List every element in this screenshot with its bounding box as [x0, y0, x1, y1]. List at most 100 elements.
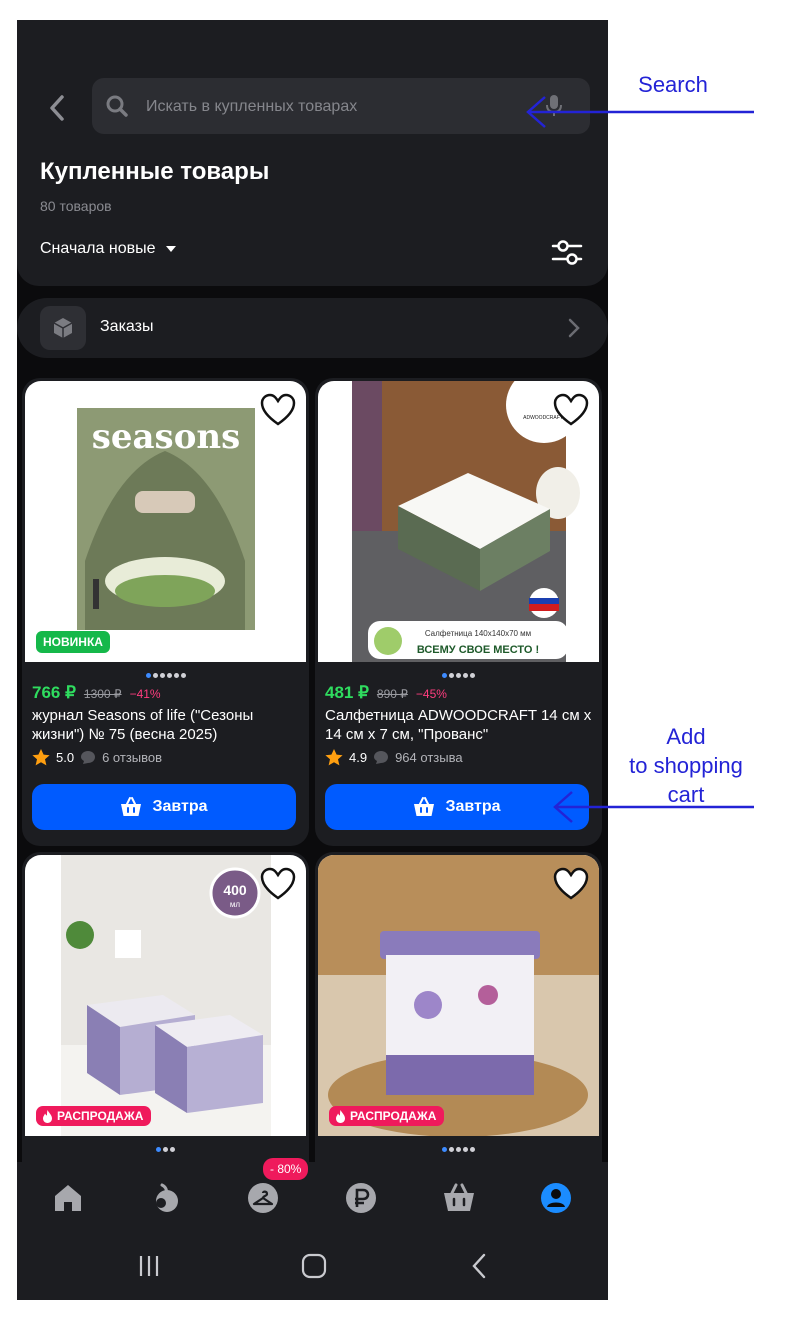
- header: Купленные товары 80 товаров Сначала новы…: [17, 20, 608, 286]
- reviews-count: 6 отзывов: [102, 750, 163, 765]
- fire-icon: [336, 1109, 345, 1123]
- cart-annotation-line: to shopping: [629, 753, 743, 778]
- recent-apps-icon[interactable]: [135, 1252, 163, 1280]
- pager-dot: [456, 673, 461, 678]
- product-card[interactable]: 400 мл РАСПРОДАЖА: [22, 852, 309, 1182]
- pager-dot: [163, 1147, 168, 1152]
- basket-icon[interactable]: [442, 1181, 476, 1215]
- chevron-right-icon: [568, 318, 580, 338]
- reviews-count: 964 отзыва: [395, 750, 463, 765]
- product-title[interactable]: Салфетница ADWOODCRAFT 14 см х 14 см х 7…: [325, 706, 595, 744]
- product-card[interactable]: seasons НОВИНКА 766 ₽ 1300 ₽ −41% журнал…: [22, 378, 309, 846]
- search-annotation: Search: [638, 72, 708, 97]
- add-to-cart-label: Завтра: [445, 798, 501, 815]
- comment-icon: [374, 751, 389, 764]
- pager-dot: [170, 1147, 175, 1152]
- rating-row: 5.0 6 отзывов: [32, 749, 162, 766]
- product-image[interactable]: Салфетница 140х140х70 мм ВСЕМУ СВОЕ МЕСТ…: [318, 381, 599, 662]
- promo-badge: - 80%: [263, 1158, 309, 1180]
- favorite-heart-icon[interactable]: [260, 867, 296, 901]
- discount: −41%: [129, 687, 161, 701]
- microphone-icon[interactable]: [544, 94, 564, 118]
- sale-badge-label: РАСПРОДАЖА: [350, 1109, 437, 1123]
- add-to-cart-button[interactable]: Завтра: [32, 784, 296, 830]
- apple-icon[interactable]: [149, 1181, 183, 1215]
- rating-value: 5.0: [56, 750, 75, 765]
- cart-annotation-line: cart: [667, 782, 705, 807]
- orders-label: Заказы: [100, 318, 154, 335]
- image-pager-dots: [22, 1139, 309, 1152]
- caret-down-icon: [166, 246, 177, 252]
- price-row: 481 ₽ 890 ₽ −45%: [325, 683, 447, 703]
- orders-box-icon: [40, 306, 86, 350]
- back-button[interactable]: [43, 92, 71, 124]
- search-bar[interactable]: [92, 78, 590, 136]
- favorite-heart-icon[interactable]: [260, 393, 296, 427]
- favorite-heart-icon[interactable]: [553, 867, 589, 901]
- svg-text:ВСЕМУ СВОЕ МЕСТО !: ВСЕМУ СВОЕ МЕСТО !: [417, 644, 539, 656]
- phone-screen: Купленные товары 80 товаров Сначала новы…: [17, 20, 608, 1300]
- items-count: 80 товаров: [40, 198, 112, 214]
- favorite-heart-icon[interactable]: [553, 393, 589, 427]
- home-icon[interactable]: [51, 1181, 85, 1215]
- star-icon: [32, 749, 50, 766]
- sort-label: Сначала новые: [40, 240, 156, 257]
- product-image[interactable]: 400 мл РАСПРОДАЖА: [25, 855, 306, 1136]
- sale-badge: РАСПРОДАЖА: [36, 1106, 152, 1126]
- sale-badge-label: РАСПРОДАЖА: [57, 1109, 144, 1123]
- image-pager-dots: [315, 665, 602, 678]
- fire-icon: [43, 1109, 52, 1123]
- back-arrow-icon: [50, 95, 64, 121]
- price: 481 ₽: [325, 683, 369, 702]
- product-card[interactable]: РАСПРОДАЖА: [315, 852, 602, 1182]
- ruble-icon[interactable]: [344, 1181, 378, 1215]
- pager-dot: [470, 673, 475, 678]
- add-to-cart-button[interactable]: Завтра: [325, 784, 589, 830]
- comment-icon: [81, 751, 96, 764]
- home-button-icon[interactable]: [300, 1252, 328, 1280]
- sort-dropdown[interactable]: Сначала новые: [40, 240, 177, 258]
- pager-dot: [152, 673, 158, 678]
- pager-dot: [156, 1147, 161, 1152]
- search-icon: [106, 95, 128, 117]
- page-title: Купленные товары: [40, 158, 270, 185]
- svg-text:400: 400: [223, 882, 247, 898]
- cart-annotation: Add to shopping cart: [606, 722, 766, 809]
- rating-value: 4.9: [349, 750, 368, 765]
- pager-dot: [145, 673, 151, 678]
- svg-text:мл: мл: [230, 900, 241, 909]
- product-card[interactable]: Салфетница 140х140х70 мм ВСЕМУ СВОЕ МЕСТ…: [315, 378, 602, 846]
- system-navigation-bar: [17, 1232, 608, 1300]
- pager-dot: [449, 673, 454, 678]
- star-icon: [325, 749, 343, 766]
- cart-annotation-line: Add: [666, 724, 706, 749]
- orders-row[interactable]: Заказы: [17, 298, 608, 358]
- image-pager-dots: [22, 665, 309, 678]
- old-price: 890 ₽: [376, 687, 408, 701]
- svg-text:seasons: seasons: [92, 417, 240, 457]
- new-badge: НОВИНКА: [36, 631, 110, 653]
- search-input[interactable]: [144, 78, 518, 136]
- rating-row: 4.9 964 отзыва: [325, 749, 463, 766]
- product-title[interactable]: журнал Seasons of life ("Сезоны жизни") …: [32, 706, 302, 744]
- pager-dot: [463, 1147, 468, 1152]
- pager-dot: [180, 673, 186, 678]
- pager-dot: [166, 673, 172, 678]
- pager-dot: [442, 673, 447, 678]
- discount: −45%: [415, 687, 447, 701]
- filter-icon[interactable]: [551, 236, 583, 268]
- basket-icon: [414, 797, 435, 816]
- price: 766 ₽: [32, 683, 76, 702]
- sale-badge: РАСПРОДАЖА: [329, 1106, 445, 1126]
- system-back-icon[interactable]: [466, 1252, 494, 1280]
- profile-icon[interactable]: [539, 1181, 573, 1215]
- old-price: 1300 ₽: [83, 687, 122, 701]
- svg-text:Салфетница 140х140х70 мм: Салфетница 140х140х70 мм: [425, 629, 531, 638]
- pager-dot: [449, 1147, 454, 1152]
- pager-dot: [159, 673, 165, 678]
- product-image[interactable]: РАСПРОДАЖА: [318, 855, 599, 1136]
- image-pager-dots: [315, 1139, 602, 1152]
- product-image[interactable]: seasons НОВИНКА: [25, 381, 306, 662]
- pager-dot: [173, 673, 179, 678]
- hanger-icon[interactable]: [246, 1181, 280, 1215]
